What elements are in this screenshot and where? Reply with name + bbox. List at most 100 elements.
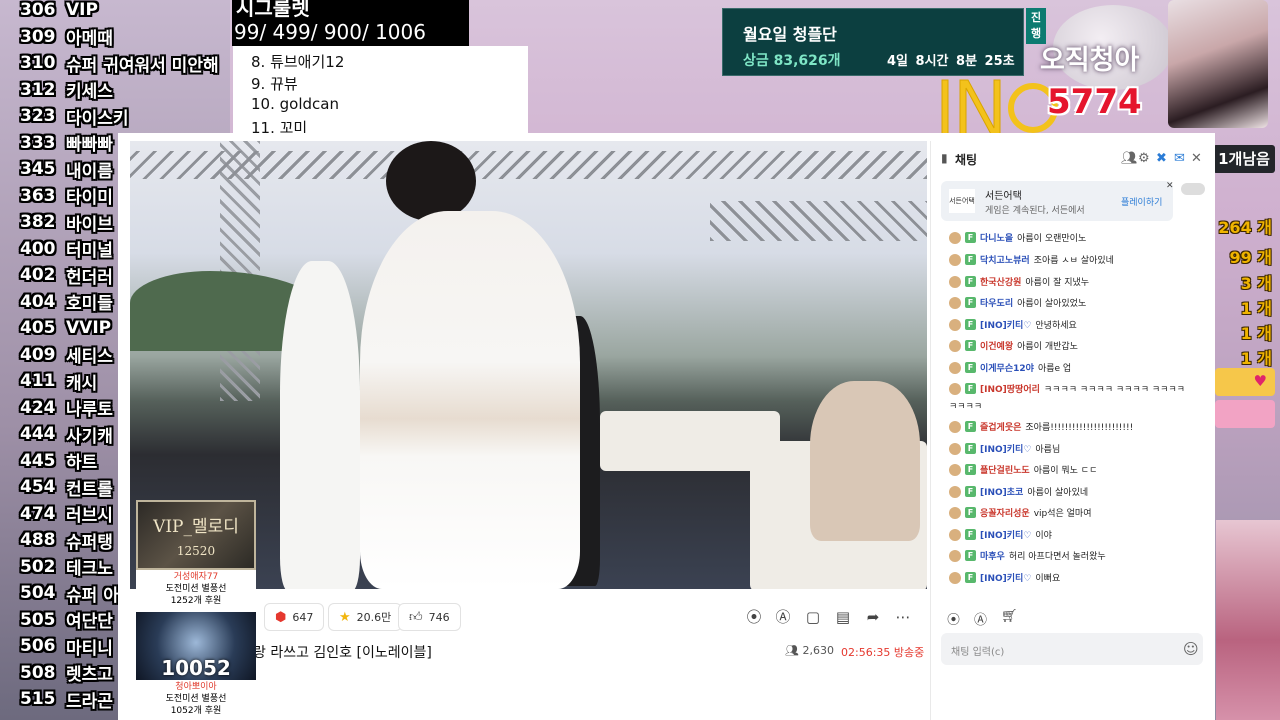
- calendar-icon[interactable]: ▤: [834, 608, 852, 626]
- cart-icon[interactable]: 🛒︎: [1001, 609, 1018, 628]
- star-count: 20.6만: [356, 611, 392, 624]
- ranking-row: 508 렛츠고: [20, 660, 113, 686]
- ranking-row: 445 하트: [20, 448, 97, 474]
- ranking-name: VIP: [66, 0, 98, 20]
- chat-nickname[interactable]: 즐겁게웃은: [980, 420, 1021, 433]
- chat-toggle[interactable]: [1181, 183, 1205, 195]
- chat-panel: ▮ 채팅 👥︎ ⚙ ✖ ✉ ✕ 서든어택 서든어택 게임은 계속된다, 서든에서…: [930, 141, 1215, 720]
- chat-nickname[interactable]: 닥치고노뷰러: [980, 253, 1030, 266]
- chat-text: 아름이 잘 지냈누: [1025, 278, 1090, 288]
- record-icon[interactable]: ⦿: [947, 609, 960, 628]
- chat-nickname[interactable]: 플단걸린노도: [980, 463, 1030, 476]
- gear-icon[interactable]: ⚙: [1138, 151, 1150, 166]
- chat-input[interactable]: 채팅 입력(c) ☺: [941, 633, 1203, 665]
- fan-badge-icon: F: [965, 443, 976, 454]
- chat-nickname[interactable]: 이게무슨12야: [980, 361, 1034, 374]
- chat-message: F 즐겁게웃은 조아름!!!!!!!!!!!!!!!!!!!!!!!: [949, 420, 1133, 433]
- emoji-icon[interactable]: ☺: [1183, 640, 1199, 658]
- fan-badge-icon: F: [965, 254, 976, 265]
- chat-nickname[interactable]: 마후우: [980, 549, 1005, 562]
- mail-icon[interactable]: ✉: [1174, 151, 1185, 166]
- thumbs-up-count: 746: [428, 610, 450, 624]
- fan-badge-icon: F: [965, 529, 976, 540]
- close-icon[interactable]: ✕: [1191, 151, 1202, 166]
- chat-nickname[interactable]: [INO]초코: [980, 485, 1023, 498]
- user-list-icon[interactable]: 👥︎: [1121, 151, 1138, 166]
- chat-message: F 이게무슨12야 아름e 업: [949, 361, 1071, 374]
- chat-text: 조아름 ㅅㅂ 살아있네: [1033, 256, 1114, 266]
- chat-message: F 타우도리 아름이 살아있었노: [949, 296, 1086, 309]
- ranking-row: 310 슈퍼 귀여워서 미안해: [20, 50, 219, 76]
- fan-badge-icon: F: [965, 421, 976, 432]
- viewer-count-value: 2,630: [802, 644, 834, 657]
- donor-image: 10052: [136, 612, 256, 680]
- chat-text: 아름이 살아있었노: [1017, 299, 1087, 309]
- chat-text: 아름님: [1035, 445, 1061, 455]
- star-balloon-button[interactable]: ★ 20.6만: [328, 603, 403, 631]
- record-icon[interactable]: ⦿: [745, 608, 763, 626]
- tools-icon[interactable]: ✖: [1156, 151, 1167, 166]
- viewer-count: 👥︎ 2,630: [785, 644, 834, 657]
- ad-icon[interactable]: Ⓐ: [774, 608, 792, 626]
- chat-nickname[interactable]: [INO]키티♡: [980, 318, 1031, 331]
- donor-mission: 도전미션 별풍선: [165, 584, 227, 594]
- chat-avatar: [949, 361, 961, 374]
- donor-text: 청아뽀이아 도전미션 별풍선 1052개 후원: [136, 680, 256, 718]
- chat-nickname[interactable]: [INO]땅땅어리: [980, 382, 1040, 395]
- more-icon[interactable]: ⋯: [894, 608, 912, 626]
- chat-nickname[interactable]: [INO]키티♡: [980, 442, 1031, 455]
- chat-header: ▮ 채팅 👥︎ ⚙ ✖ ✉ ✕: [931, 141, 1216, 177]
- chat-text: ㅋㅋㅋㅋ: [949, 402, 983, 412]
- right-score: 3 개: [1240, 274, 1272, 293]
- chat-nickname[interactable]: 타우도리: [980, 296, 1013, 309]
- ad-icon[interactable]: Ⓐ: [974, 609, 987, 628]
- chat-nickname[interactable]: 한국산강원: [980, 275, 1021, 288]
- ranking-row: 306 VIP: [20, 0, 98, 23]
- red-like-button[interactable]: ⬢ 647: [264, 603, 325, 631]
- red-like-count: 647: [292, 610, 314, 624]
- chat-nickname[interactable]: [INO]키티♡: [980, 528, 1031, 541]
- person-bg: [810, 381, 920, 541]
- viewers-icon: 👥︎: [785, 644, 799, 657]
- profile-name: 오직청아: [1040, 45, 1140, 76]
- streamer-hair: [386, 141, 476, 221]
- ino-logo-icon: [941, 79, 1058, 137]
- ranking-row: 333 빠빠빠: [20, 130, 113, 156]
- ranking-number: 508: [20, 662, 56, 683]
- ranking-name: 다이스키: [66, 108, 129, 129]
- ranking-number: 454: [20, 477, 56, 497]
- ranking-number: 309: [20, 26, 56, 47]
- mission-title: 월요일 청플단: [743, 25, 837, 44]
- ranking-row: 454 컨트롤: [20, 474, 113, 500]
- share-icon[interactable]: ➦: [864, 608, 882, 626]
- donor-card: VIP_멜로디 12520 거성애자77 도전미션 별풍선 1252개 후원: [136, 500, 256, 610]
- star-icon: ★: [339, 609, 351, 625]
- chat-avatar: [949, 506, 961, 519]
- sticker-icon[interactable]: ▢: [804, 608, 822, 626]
- sponsor-play-button[interactable]: 플레이하기: [1121, 195, 1162, 208]
- chat-nickname[interactable]: [INO]키티♡: [980, 571, 1031, 584]
- ranking-name: 호미들: [66, 294, 113, 314]
- ranking-number: 363: [20, 185, 56, 206]
- ranking-row: 323 다이스키: [20, 103, 129, 129]
- chat-avatar: [949, 231, 961, 244]
- right-score: 1 개: [1240, 349, 1272, 368]
- chat-text: 아름이 개반갑노: [1017, 342, 1078, 352]
- sponsor-logo: 서든어택: [949, 189, 975, 213]
- ranking-number: 424: [20, 397, 56, 418]
- thumbs-up-button[interactable]: 👍︎ 746: [398, 603, 461, 631]
- chat-nickname[interactable]: 이건예왕: [980, 339, 1013, 352]
- streamer: [360, 211, 580, 589]
- ranking-number: 409: [20, 344, 56, 365]
- ranking-number: 345: [20, 159, 56, 179]
- ranking-row: 402 헌더러: [20, 262, 113, 288]
- list-item: 9. 뀨뷰: [251, 75, 298, 93]
- flower-decoration: [1216, 520, 1280, 720]
- ranking-name: 슈퍼 귀여워서 미안해: [66, 55, 219, 76]
- ranking-number: 405: [20, 318, 56, 338]
- chat-nickname[interactable]: 다니노을: [980, 231, 1013, 244]
- ranking-number: 474: [20, 503, 56, 524]
- ranking-name: 슈퍼 아: [66, 585, 119, 606]
- chat-nickname[interactable]: 응꼴자리성운: [980, 506, 1030, 519]
- close-icon[interactable]: ✕: [1166, 181, 1174, 191]
